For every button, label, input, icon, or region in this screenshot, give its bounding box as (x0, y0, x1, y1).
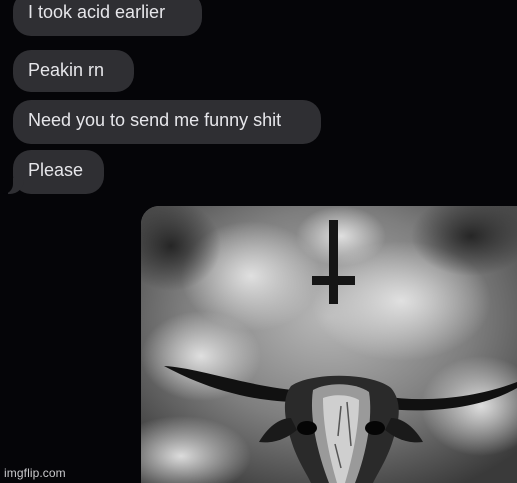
message-thread: I took acid earlier Peakin rn Need you t… (0, 0, 517, 483)
watermark-text: imgflip.com (4, 466, 66, 480)
message-text: Peakin rn (28, 60, 105, 80)
message-bubble[interactable]: I took acid earlier (13, 0, 202, 36)
message-text: I took acid earlier (28, 2, 166, 22)
image-attachment[interactable] (141, 206, 517, 483)
message-bubble[interactable]: Need you to send me funny shit (13, 100, 321, 144)
message-text: Please (28, 160, 84, 180)
bull-skull-image (141, 206, 517, 483)
message-bubble[interactable]: Peakin rn (13, 50, 134, 92)
message-text: Need you to send me funny shit (28, 110, 282, 130)
message-bubble[interactable]: Please (2, 150, 104, 194)
